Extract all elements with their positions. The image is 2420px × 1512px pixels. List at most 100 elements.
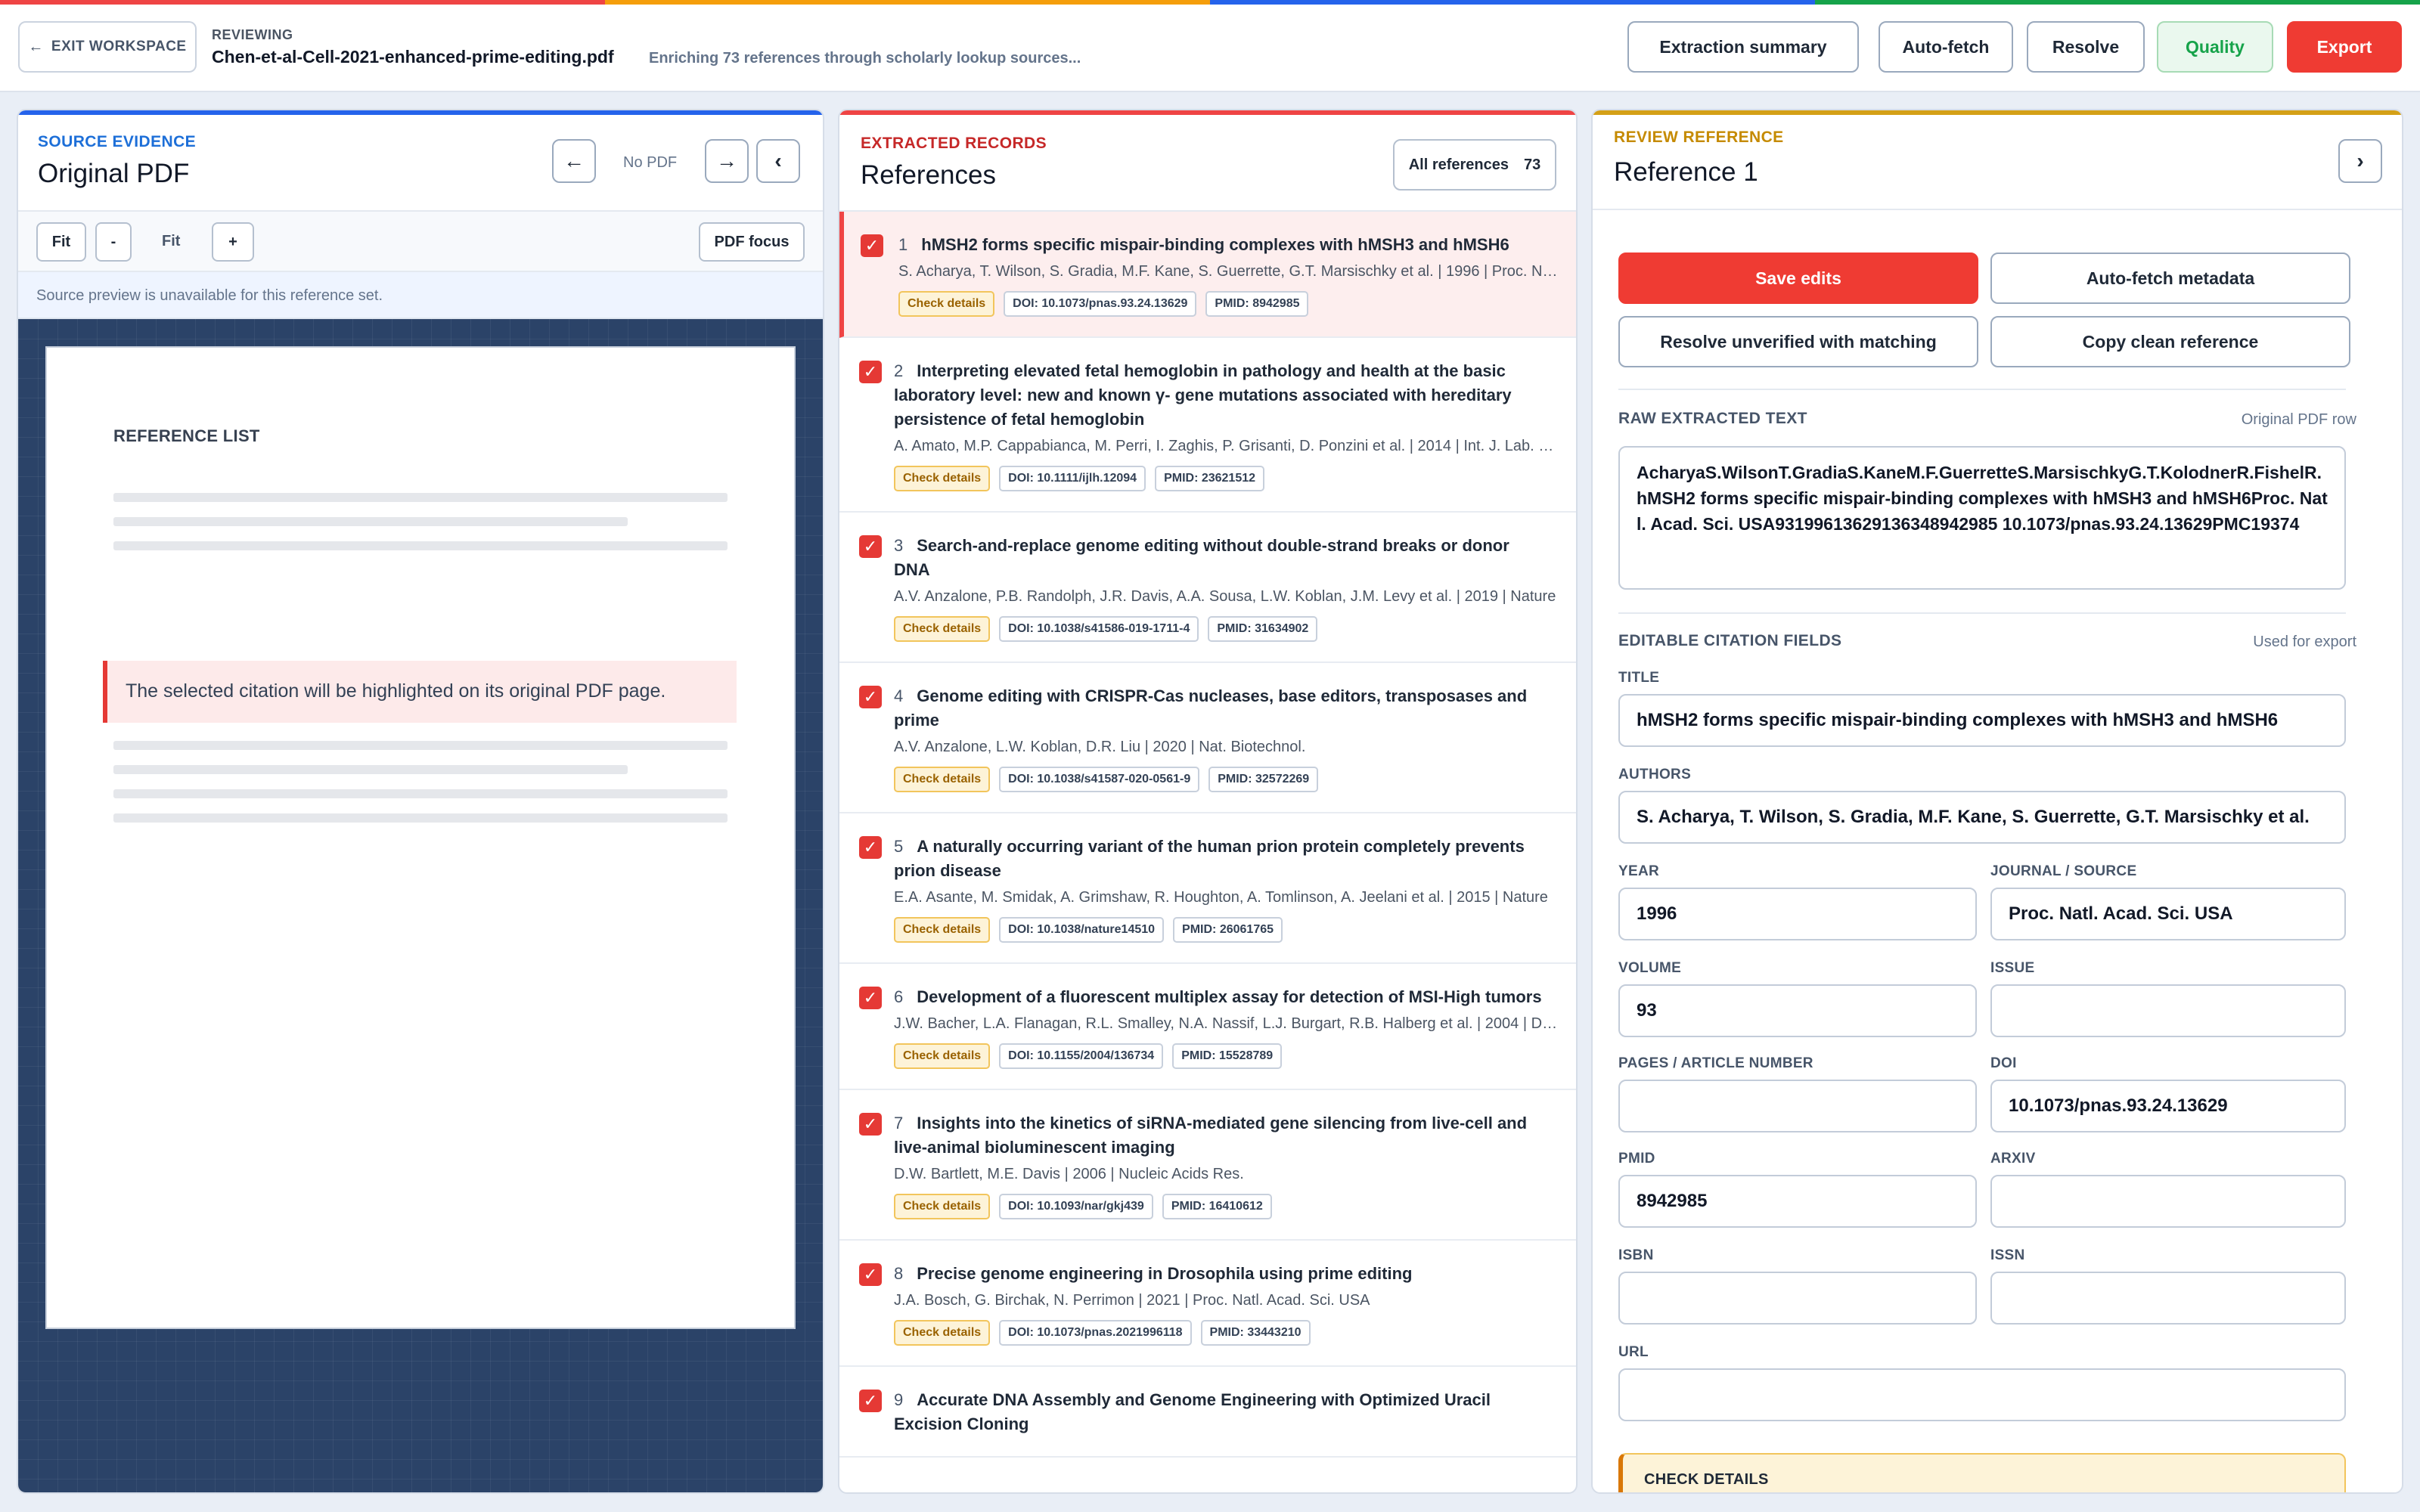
- doi-badge: DOI: 10.1038/s41586-019-1711-4: [999, 616, 1199, 642]
- zoom-in-button[interactable]: +: [212, 222, 254, 262]
- reference-number: 4: [894, 686, 904, 705]
- auto-fetch-button[interactable]: Auto-fetch: [1879, 21, 2013, 73]
- placeholder-line: [113, 493, 728, 502]
- resolve-button[interactable]: Resolve: [2027, 21, 2145, 73]
- check-details-badge[interactable]: Check details: [894, 1194, 991, 1219]
- checkbox-checked-icon[interactable]: ✓: [859, 836, 882, 859]
- doi-badge: DOI: 10.1111/ijlh.12094: [999, 466, 1146, 491]
- placeholder-line: [113, 789, 728, 798]
- source-evidence-panel: SOURCE EVIDENCE Original PDF ← No PDF → …: [17, 109, 824, 1494]
- panel-title: References: [861, 160, 996, 190]
- check-details-badge[interactable]: Check details: [898, 291, 995, 317]
- copy-clean-reference-button[interactable]: Copy clean reference: [1990, 316, 2350, 367]
- authors-field-label: AUTHORS: [1618, 767, 1692, 782]
- authors-field[interactable]: S. Acharya, T. Wilson, S. Gradia, M.F. K…: [1618, 791, 2346, 844]
- pmid-badge: PMID: 31634902: [1208, 616, 1318, 642]
- issn-field-label: ISSN: [1990, 1247, 2025, 1263]
- preview-unavailable-note: Source preview is unavailable for this r…: [18, 272, 823, 319]
- reference-item[interactable]: ✓ 5 A naturally occurring variant of the h…: [839, 813, 1576, 964]
- zoom-out-button[interactable]: -: [95, 222, 132, 262]
- collapse-panel-button[interactable]: ‹: [756, 139, 800, 183]
- issue-field[interactable]: [1990, 984, 2346, 1037]
- checkbox-checked-icon[interactable]: ✓: [861, 234, 883, 257]
- pages-field-label: PAGES / ARTICLE NUMBER: [1618, 1055, 1813, 1071]
- next-reference-button[interactable]: ›: [2338, 139, 2382, 183]
- doi-field[interactable]: 10.1073/pnas.93.24.13629: [1990, 1080, 2346, 1132]
- chevron-left-icon: ‹: [774, 149, 782, 172]
- check-details-badge[interactable]: Check details: [894, 917, 991, 943]
- extraction-summary-button[interactable]: Extraction summary: [1627, 21, 1859, 73]
- doi-badge: DOI: 10.1155/2004/136734: [999, 1043, 1164, 1069]
- reference-item[interactable]: ✓ 4 Genome editing with CRISPR-Cas nucleas…: [839, 663, 1576, 813]
- quality-button[interactable]: Quality: [2157, 21, 2273, 73]
- checkbox-checked-icon[interactable]: ✓: [859, 1390, 882, 1412]
- pmid-badge: PMID: 23621512: [1155, 466, 1265, 491]
- reference-meta: E.A. Asante, M. Smidak, A. Grimshaw, R. …: [894, 889, 1548, 906]
- export-button[interactable]: Export: [2287, 21, 2402, 73]
- save-edits-button[interactable]: Save edits: [1618, 253, 1978, 304]
- arxiv-field-label: ARXIV: [1990, 1151, 2036, 1167]
- next-page-button[interactable]: →: [705, 139, 749, 183]
- url-field[interactable]: [1618, 1368, 2346, 1421]
- section-label: REVIEW REFERENCE: [1614, 129, 1784, 146]
- checkbox-checked-icon[interactable]: ✓: [859, 987, 882, 1009]
- check-details-badge[interactable]: Check details: [894, 616, 991, 642]
- reference-tags: Check details DOI: 10.1038/s41586-019-171…: [894, 616, 1558, 642]
- file-name: Chen-et-al-Cell-2021-enhanced-prime-edit…: [212, 47, 614, 67]
- page-heading: REFERENCE LIST: [113, 426, 260, 445]
- checkbox-checked-icon[interactable]: ✓: [859, 1113, 882, 1136]
- reference-list[interactable]: ✓ 1 hMSH2 forms specific mispair-binding c…: [839, 210, 1576, 1492]
- reference-filter-button[interactable]: All references 73: [1393, 139, 1556, 191]
- section-label: SOURCE EVIDENCE: [38, 133, 197, 150]
- reference-title: 1 hMSH2 forms specific mispair-binding co…: [898, 233, 1558, 257]
- raw-extracted-text: AcharyaS.WilsonT.GradiaS.KaneM.F.Guerret…: [1618, 446, 2346, 590]
- placeholder-line: [113, 741, 728, 750]
- fit-button[interactable]: Fit: [36, 222, 86, 262]
- check-details-badge[interactable]: Check details: [894, 1320, 991, 1346]
- pages-field[interactable]: [1618, 1080, 1977, 1132]
- checkbox-checked-icon[interactable]: ✓: [859, 686, 882, 708]
- arrow-left-icon: ←: [563, 149, 585, 172]
- reference-title-text: Interpreting elevated fetal hemoglobin i…: [894, 361, 1512, 429]
- year-field-label: YEAR: [1618, 863, 1659, 879]
- doi-badge: DOI: 10.1073/pnas.93.24.13629: [1004, 291, 1197, 317]
- reference-item[interactable]: ✓ 3 Search-and-replace genome editing with…: [839, 513, 1576, 663]
- reference-item[interactable]: ✓ 2 Interpreting elevated fetal hemoglobin…: [839, 338, 1576, 513]
- year-field[interactable]: 1996: [1618, 888, 1977, 940]
- volume-field[interactable]: 93: [1618, 984, 1977, 1037]
- auto-fetch-metadata-button[interactable]: Auto-fetch metadata: [1990, 253, 2350, 304]
- reference-item[interactable]: ✓ 7 Insights into the kinetics of siRNA-me…: [839, 1090, 1576, 1241]
- reference-item[interactable]: ✓ 9 Accurate DNA Assembly and Genome Engin…: [839, 1367, 1576, 1458]
- check-details-badge[interactable]: Check details: [894, 767, 991, 792]
- pdf-viewer[interactable]: REFERENCE LIST The selected citation wil…: [18, 319, 823, 1492]
- placeholder-line: [113, 813, 728, 823]
- reference-number: 2: [894, 361, 904, 380]
- panel-title: Original PDF: [38, 159, 190, 188]
- arrow-right-icon: →: [716, 149, 737, 172]
- checkbox-checked-icon[interactable]: ✓: [859, 361, 882, 383]
- reference-item[interactable]: ✓ 8 Precise genome engineering in Drosophi…: [839, 1241, 1576, 1367]
- issn-field[interactable]: [1990, 1272, 2346, 1325]
- reference-title: 3 Search-and-replace genome editing witho…: [894, 534, 1558, 582]
- check-details-badge[interactable]: Check details: [894, 466, 991, 491]
- title-field[interactable]: hMSH2 forms specific mispair-binding com…: [1618, 694, 2346, 747]
- isbn-field[interactable]: [1618, 1272, 1977, 1325]
- checkbox-checked-icon[interactable]: ✓: [859, 1263, 882, 1286]
- exit-workspace-button[interactable]: ← EXIT WORKSPACE: [18, 21, 197, 73]
- reference-item[interactable]: ✓ 6 Development of a fluorescent multiplex…: [839, 964, 1576, 1090]
- pmid-field[interactable]: 8942985: [1618, 1175, 1977, 1228]
- pmid-badge: PMID: 15528789: [1172, 1043, 1283, 1069]
- resolve-unverified-button[interactable]: Resolve unverified with matching: [1618, 316, 1978, 367]
- citation-highlight: The selected citation will be highlighte…: [103, 661, 737, 723]
- checkbox-checked-icon[interactable]: ✓: [859, 535, 882, 558]
- arxiv-field[interactable]: [1990, 1175, 2346, 1228]
- reference-item[interactable]: ✓ 1 hMSH2 forms specific mispair-binding c…: [839, 212, 1576, 338]
- pdf-focus-button[interactable]: PDF focus: [699, 222, 805, 262]
- journal-field[interactable]: Proc. Natl. Acad. Sci. USA: [1990, 888, 2346, 940]
- reference-tags: Check details DOI: 10.1093/nar/gkj439 PMID…: [894, 1194, 1558, 1219]
- placeholder-line: [113, 517, 628, 526]
- chevron-right-icon: ›: [2356, 149, 2364, 172]
- reference-number: 9: [894, 1390, 904, 1409]
- check-details-badge[interactable]: Check details: [894, 1043, 991, 1069]
- prev-page-button[interactable]: ←: [552, 139, 596, 183]
